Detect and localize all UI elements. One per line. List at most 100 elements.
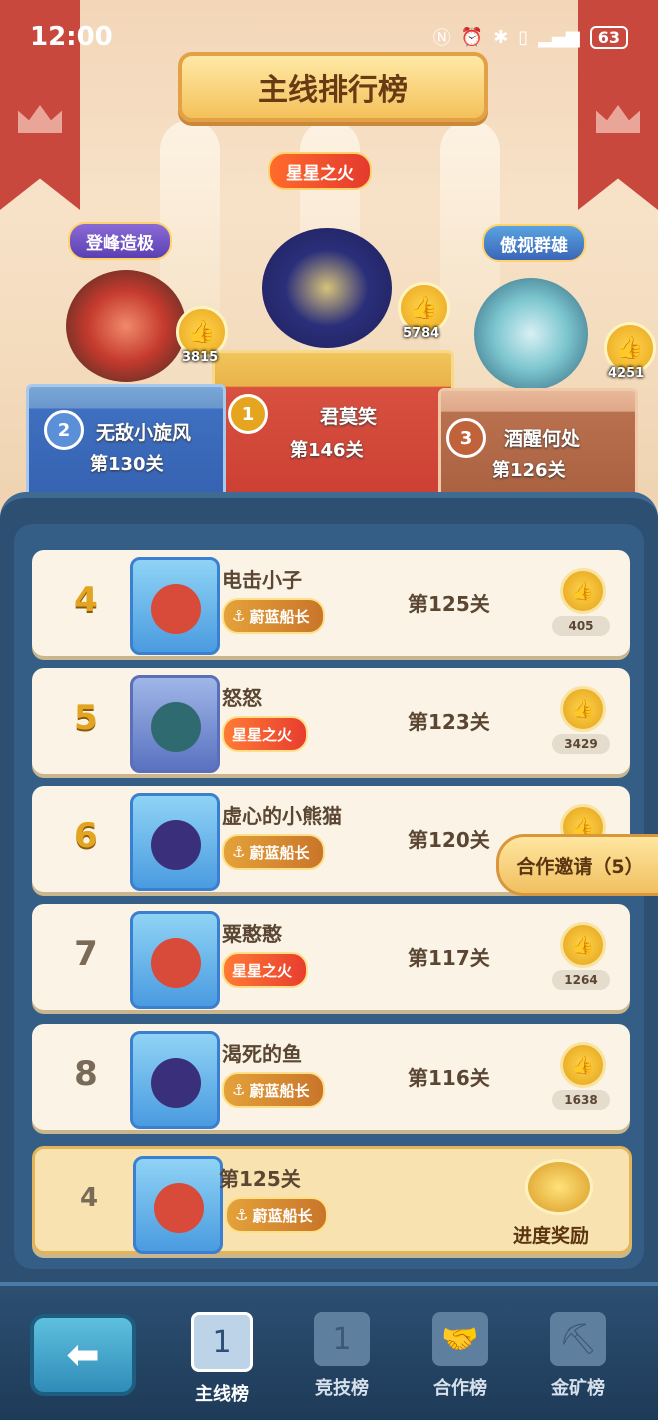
thumbs-up-icon: 👍 [571, 580, 595, 602]
thumbs-up-icon: 👍 [571, 1054, 595, 1076]
trophy-icon: 1 [314, 1312, 370, 1366]
thumbs-up-icon: 👍 [188, 319, 216, 345]
second-name: 无敌小旋风 [96, 422, 192, 444]
title-badge-label: 蔚蓝船长 [249, 1081, 310, 1100]
bottom-navigation: ⬅ 1 主线榜 1 竞技榜 🤝 合作榜 ⛏ 金矿榜 [0, 1282, 658, 1420]
first-level: 第146关 [290, 440, 364, 461]
thumbs-up-icon: 👍 [616, 335, 644, 361]
row-rank: 4 [74, 580, 98, 620]
tab-goldmine-ranking[interactable]: ⛏ 金矿榜 [528, 1312, 628, 1400]
like-button[interactable]: 👍 [560, 1042, 606, 1088]
coop-invite-button[interactable]: 合作邀请（5） [496, 834, 658, 896]
second-title-tag: 登峰造极 [68, 222, 172, 260]
title-badge: 星星之火 [222, 952, 309, 988]
bluetooth-icon: ✱ [493, 26, 509, 48]
like-button[interactable]: 👍 [560, 922, 606, 968]
player-avatar[interactable] [130, 557, 220, 655]
title-badge: 星星之火 [222, 716, 309, 752]
first-name: 君莫笑 [320, 406, 378, 428]
like-count: 1638 [552, 1090, 610, 1110]
second-level: 第130关 [90, 454, 164, 475]
second-like-count: 3815 [182, 350, 219, 365]
like-count: 405 [552, 616, 610, 636]
crown-icon [596, 105, 640, 133]
rank-1-medal: 1 [228, 394, 268, 434]
avatar-face [151, 702, 201, 752]
tab-coop-ranking[interactable]: 🤝 合作榜 [410, 1312, 510, 1400]
player-avatar[interactable] [130, 675, 220, 773]
my-stage: 第125关 [219, 1167, 301, 1191]
stage-level: 第117关 [408, 946, 490, 970]
title-badge-label: 星星之火 [232, 961, 293, 980]
vibrate-icon: ▯ [518, 26, 529, 48]
progress-reward-button[interactable]: 进度奖励 [513, 1221, 589, 1248]
stage-level: 第116关 [408, 1066, 490, 1090]
first-title-tag: 星星之火 [268, 152, 372, 190]
signal-icon: ▂▄▆ [538, 26, 580, 48]
third-name: 酒醒何处 [504, 428, 581, 450]
system-icons: Ⓝ ⏰ ✱ ▯ ▂▄▆ 63 [433, 24, 628, 50]
avatar-face [151, 1058, 201, 1108]
row-rank: 6 [74, 816, 98, 856]
title-badge: ⚓ 蔚蓝船长 [225, 1197, 329, 1233]
thumbs-up-icon: 👍 [571, 934, 595, 956]
back-button[interactable]: ⬅ [30, 1314, 136, 1396]
podium-icon: 1 [191, 1312, 253, 1372]
like-count: 1264 [552, 970, 610, 990]
player-avatar[interactable] [130, 911, 220, 1009]
tab-label: 金矿榜 [551, 1378, 605, 1399]
ranking-row[interactable]: 7 粟憨憨 星星之火 第117关 👍 1264 [32, 904, 630, 1010]
anchor-icon: ⚓ [232, 1081, 246, 1099]
player-name: 粟憨憨 [222, 922, 282, 946]
row-rank: 8 [74, 1054, 98, 1094]
avatar-face [151, 584, 201, 634]
ranking-row[interactable]: 4 电击小子 ⚓ 蔚蓝船长 第125关 👍 405 [32, 550, 630, 656]
player-name: 虚心的小熊猫 [222, 804, 342, 828]
player-avatar[interactable] [130, 1031, 220, 1129]
player-name: 怒怒 [222, 686, 262, 710]
tab-main-ranking[interactable]: 1 主线榜 [172, 1312, 272, 1406]
stage-level: 第125关 [408, 592, 490, 616]
anchor-icon: ⚓ [232, 607, 246, 625]
title-badge-label: 蔚蓝船长 [252, 1206, 313, 1225]
tab-label: 主线榜 [195, 1384, 249, 1405]
ranking-row[interactable]: 8 渴死的鱼 ⚓ 蔚蓝船长 第116关 👍 1638 [32, 1024, 630, 1130]
row-rank: 5 [74, 698, 98, 738]
nfc-icon: Ⓝ [432, 28, 451, 49]
anchor-icon: ⚓ [232, 843, 246, 861]
like-button[interactable]: 👍 [560, 686, 606, 732]
third-like-count: 4251 [608, 366, 645, 381]
mine-cart-icon: ⛏ [550, 1312, 606, 1366]
tab-arena-ranking[interactable]: 1 竞技榜 [292, 1312, 392, 1400]
title-badge-label: 蔚蓝船长 [249, 843, 310, 862]
anchor-icon: ⚓ [235, 1206, 249, 1224]
battery-indicator: 63 [589, 25, 628, 49]
avatar-face [151, 820, 201, 870]
stage-level: 第123关 [408, 710, 490, 734]
player-avatar[interactable] [130, 793, 220, 891]
stage-level: 第120关 [408, 828, 490, 852]
tab-label: 竞技榜 [315, 1378, 369, 1399]
first-avatar[interactable] [262, 228, 392, 348]
page-title: 主线排行榜 [178, 52, 488, 122]
my-ranking-row[interactable]: 4 第125关 ⚓ 蔚蓝船长 进度奖励 [32, 1146, 632, 1254]
thumbs-up-icon: 👍 [571, 698, 595, 720]
treasure-chest-icon[interactable] [525, 1159, 593, 1215]
title-badge-label: 蔚蓝船长 [249, 607, 310, 626]
like-button[interactable]: 👍 [560, 568, 606, 614]
arrow-left-icon: ⬅ [66, 1332, 100, 1378]
row-rank: 7 [74, 934, 98, 974]
third-title-tag: 傲视群雄 [482, 224, 586, 262]
avatar-face [154, 1183, 204, 1233]
rank-3-medal: 3 [446, 418, 486, 458]
my-avatar[interactable] [133, 1156, 223, 1254]
avatar-face [151, 938, 201, 988]
second-avatar[interactable] [66, 270, 186, 382]
title-badge: ⚓ 蔚蓝船长 [222, 834, 326, 870]
third-avatar[interactable] [474, 278, 588, 390]
ranking-row[interactable]: 5 怒怒 星星之火 第123关 👍 3429 [32, 668, 630, 774]
alarm-icon: ⏰ [460, 26, 484, 48]
thumbs-up-icon: 👍 [410, 295, 438, 321]
third-level: 第126关 [492, 460, 566, 481]
crown-icon [18, 105, 62, 133]
